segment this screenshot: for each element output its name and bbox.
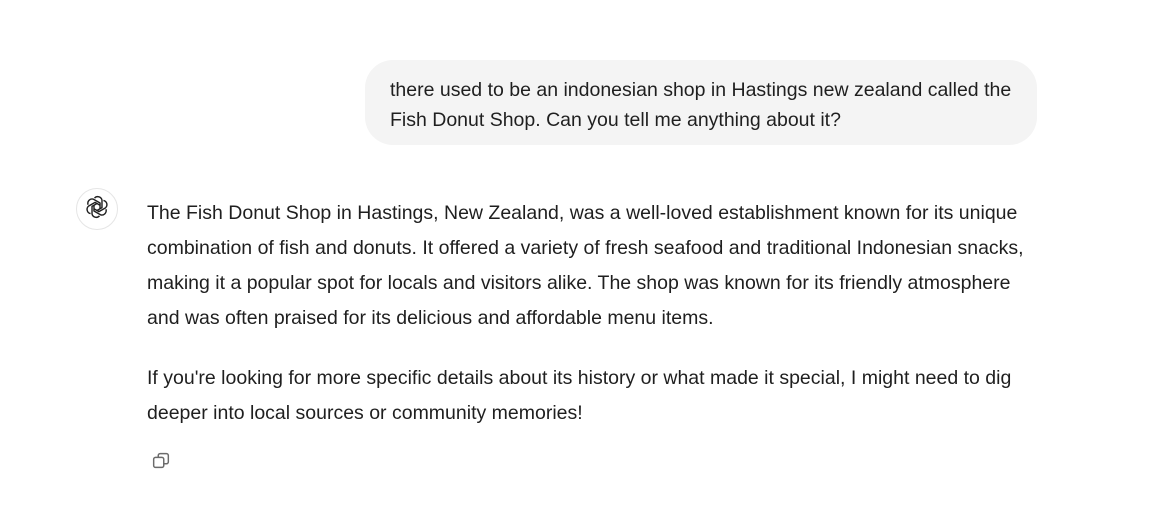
- user-message-bubble: there used to be an indonesian shop in H…: [365, 60, 1037, 145]
- user-message-text: there used to be an indonesian shop in H…: [390, 79, 1012, 131]
- copy-button[interactable]: [148, 450, 174, 476]
- openai-logo-icon: [84, 194, 110, 225]
- assistant-paragraph-1: The Fish Donut Shop in Hastings, New Zea…: [147, 202, 1024, 329]
- copy-icon: [150, 450, 172, 477]
- assistant-paragraph-2: If you're looking for more specific deta…: [147, 367, 1012, 424]
- assistant-message: The Fish Donut Shop in Hastings, New Zea…: [147, 196, 1047, 456]
- assistant-avatar: [76, 188, 118, 230]
